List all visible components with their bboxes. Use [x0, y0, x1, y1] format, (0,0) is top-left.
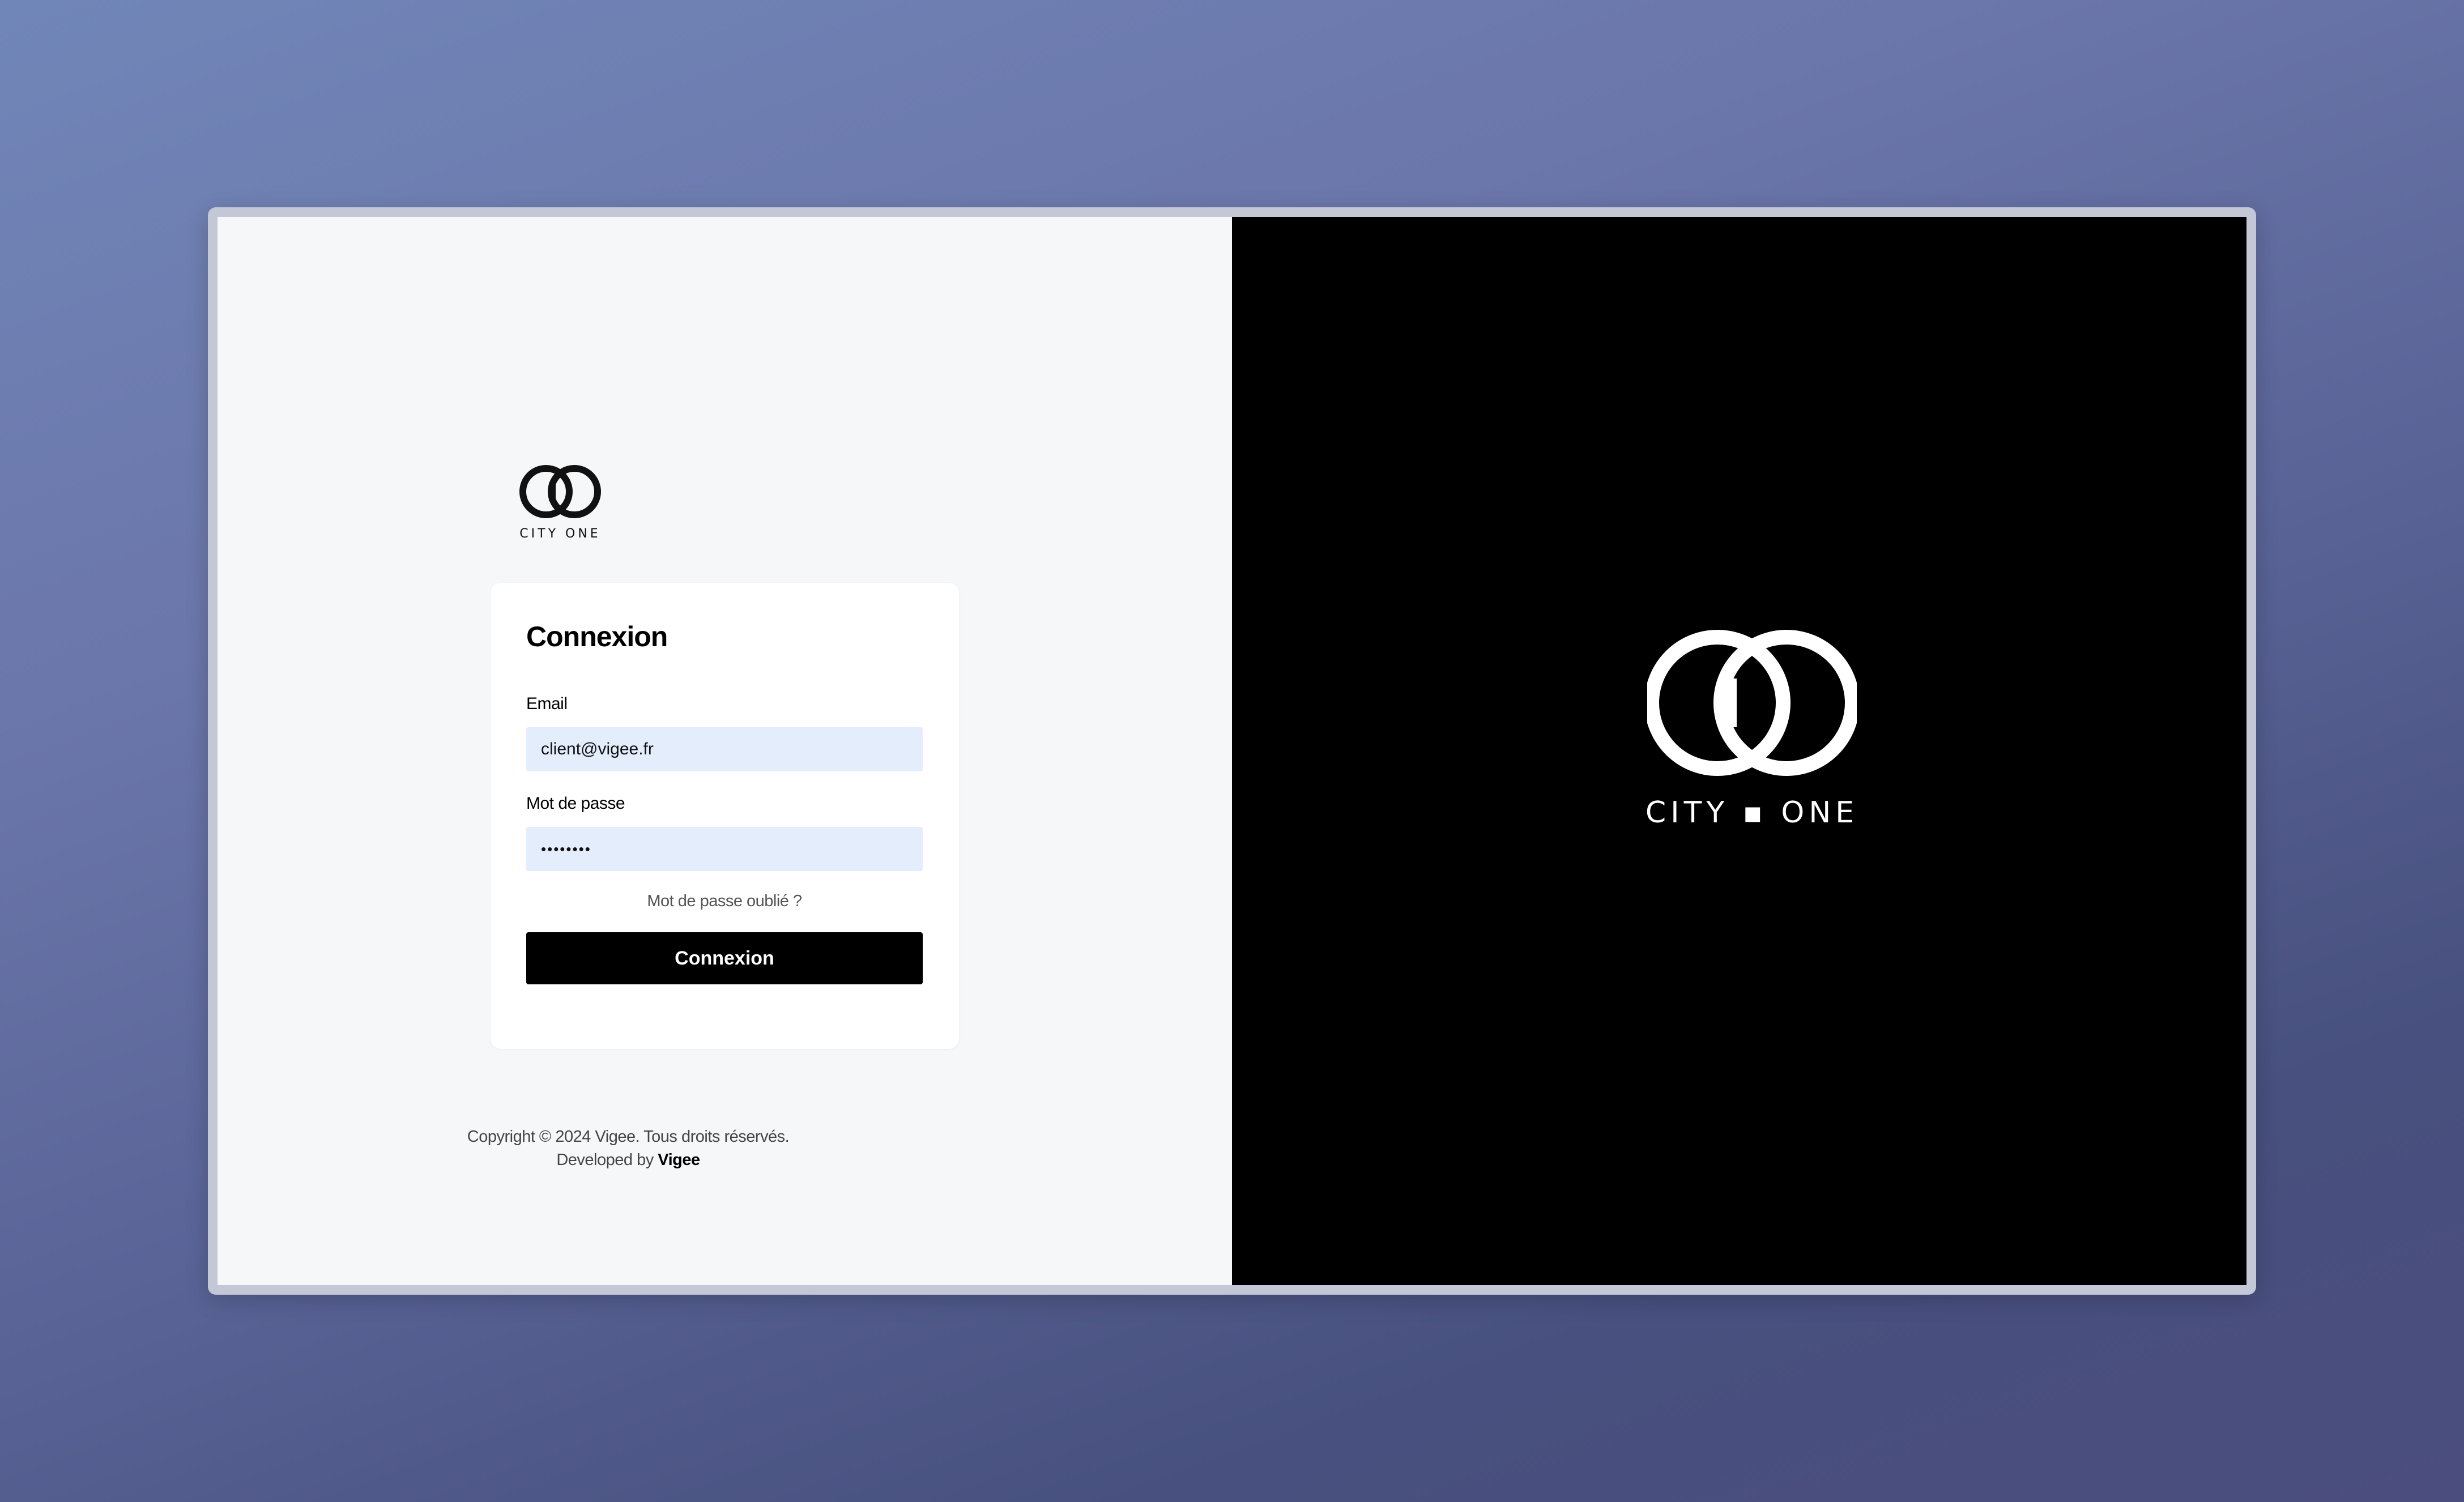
browser-window: CITY ONE Connexion Email Mot de passe Mo… — [208, 207, 2256, 1295]
footer: Copyright © 2024 Vigee. Tous droits rése… — [218, 1125, 1039, 1172]
copyright-text: Copyright © 2024 Vigee. Tous droits rése… — [467, 1128, 790, 1146]
login-card: Connexion Email Mot de passe Mot de pass… — [491, 583, 959, 1049]
brand-pane: CITY ▪ ONE — [1232, 217, 2246, 1285]
login-title: Connexion — [526, 621, 668, 652]
city-one-logo-large-icon — [1647, 630, 1857, 776]
brand-logo-small: CITY ONE — [519, 460, 602, 541]
forgot-password-link[interactable]: Mot de passe oublié ? — [526, 892, 923, 911]
developed-by-prefix: Developed by — [556, 1151, 658, 1169]
email-input[interactable] — [526, 727, 923, 771]
password-input[interactable] — [526, 827, 923, 871]
brand-name-large: CITY ▪ ONE — [1645, 796, 1859, 830]
developer-name: Vigee — [658, 1151, 700, 1169]
password-label: Mot de passe — [526, 794, 625, 813]
email-label: Email — [526, 694, 568, 713]
developed-by-line: Developed by Vigee — [218, 1149, 1039, 1172]
city-one-logo-icon — [519, 465, 601, 518]
login-submit-button[interactable]: Connexion — [526, 932, 923, 984]
brand-name-small: CITY ONE — [519, 527, 601, 541]
brand-logo-large: CITY ▪ ONE — [1633, 626, 1871, 830]
login-pane: CITY ONE Connexion Email Mot de passe Mo… — [218, 217, 1232, 1285]
app-frame: CITY ONE Connexion Email Mot de passe Mo… — [218, 217, 2246, 1285]
